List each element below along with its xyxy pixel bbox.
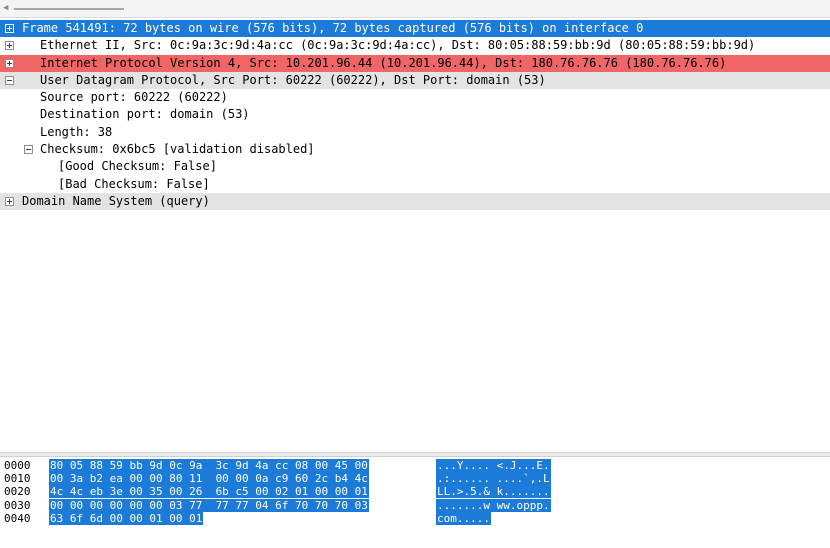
tree-row[interactable]: Internet Protocol Version 4, Src: 10.201…: [0, 54, 830, 72]
hex-bytes[interactable]: 00 3a b2 ea 00 00 80 11 00 00 0a c9 60 2…: [49, 472, 369, 486]
hex-offset: 0010: [4, 472, 31, 486]
tree-row[interactable]: Destination port: domain (53): [0, 106, 830, 123]
packet-details-tree: Frame 541491: 72 bytes on wire (576 bits…: [0, 20, 830, 452]
tree-row-label: [Good Checksum: False]: [58, 159, 217, 174]
tree-row-label: Length: 38: [40, 124, 113, 139]
hex-ascii[interactable]: .......w ww.oppp.: [436, 498, 551, 512]
hex-offset: 0000: [4, 459, 31, 472]
hex-bytes[interactable]: 63 6f 6d 00 00 01 00 01: [49, 511, 204, 525]
horizontal-scrollbar[interactable]: ◀: [0, 0, 830, 18]
tree-row-label: Destination port: domain (53): [40, 107, 250, 122]
expand-icon[interactable]: [5, 58, 14, 68]
hex-bytes[interactable]: 80 05 88 59 bb 9d 0c 9a 3c 9d 4a cc 08 0…: [49, 459, 369, 472]
tree-row[interactable]: Ethernet II, Src: 0c:9a:3c:9d:4a:cc (0c:…: [0, 37, 830, 54]
tree-row[interactable]: Frame 541491: 72 bytes on wire (576 bits…: [0, 20, 830, 38]
tree-row-label: User Datagram Protocol, Src Port: 60222 …: [40, 72, 546, 87]
hex-row: 0020 4c 4c eb 3e 00 35 00 26 6b c5 00 02 …: [0, 485, 830, 499]
hex-row: 0000 80 05 88 59 bb 9d 0c 9a 3c 9d 4a cc …: [0, 459, 830, 472]
hex-bytes[interactable]: 00 00 00 00 00 00 03 77 77 77 04 6f 70 7…: [49, 498, 369, 512]
tree-row[interactable]: [Good Checksum: False]: [0, 158, 830, 175]
scrollbar-thumb[interactable]: [14, 8, 124, 10]
tree-row[interactable]: Source port: 60222 (60222): [0, 89, 830, 106]
tree-row-label: Domain Name System (query): [22, 193, 210, 208]
hex-ascii[interactable]: LL.>.5.& k.......: [436, 485, 551, 499]
tree-row[interactable]: Checksum: 0x6bc5 [validation disabled]: [0, 141, 830, 158]
hex-ascii[interactable]: .:...... ....`,.L: [436, 472, 551, 486]
tree-row-label: Ethernet II, Src: 0c:9a:3c:9d:4a:cc (0c:…: [40, 38, 756, 53]
hex-row: 0030 00 00 00 00 00 00 03 77 77 77 04 6f …: [0, 498, 830, 512]
tree-row-label: Source port: 60222 (60222): [40, 90, 228, 105]
hex-offset: 0040: [4, 511, 31, 525]
collapse-icon[interactable]: [24, 145, 33, 155]
tree-row[interactable]: Length: 38: [0, 124, 830, 141]
hex-offset: 0030: [4, 498, 31, 512]
scroll-left-icon[interactable]: ◀: [3, 3, 13, 13]
expand-icon[interactable]: [5, 24, 14, 33]
hex-row: 0010 00 3a b2 ea 00 00 80 11 00 00 0a c9 …: [0, 472, 830, 486]
collapse-icon[interactable]: [5, 75, 14, 85]
hex-bytes[interactable]: 4c 4c eb 3e 00 35 00 26 6b c5 00 02 01 0…: [49, 485, 369, 499]
packet-bytes-pane: 0000 80 05 88 59 bb 9d 0c 9a 3c 9d 4a cc …: [0, 457, 830, 548]
tree-row-label: Frame 541491: 72 bytes on wire (576 bits…: [22, 21, 644, 35]
hex-row: 0040 63 6f 6d 00 00 01 00 01 com.....: [0, 511, 830, 525]
tree-row[interactable]: Domain Name System (query): [0, 192, 830, 211]
tree-row[interactable]: User Datagram Protocol, Src Port: 60222 …: [0, 71, 830, 90]
hex-ascii[interactable]: ...Y.... <.J...E.: [436, 459, 551, 472]
expand-icon[interactable]: [5, 196, 14, 206]
tree-row-label: Checksum: 0x6bc5 [validation disabled]: [40, 142, 315, 157]
hex-ascii[interactable]: com.....: [436, 511, 491, 525]
tree-row[interactable]: [Bad Checksum: False]: [0, 176, 830, 193]
tree-row-label: Internet Protocol Version 4, Src: 10.201…: [40, 55, 727, 70]
tree-row-label: [Bad Checksum: False]: [58, 176, 210, 191]
hex-offset: 0020: [4, 485, 31, 499]
expand-icon[interactable]: [5, 41, 14, 51]
